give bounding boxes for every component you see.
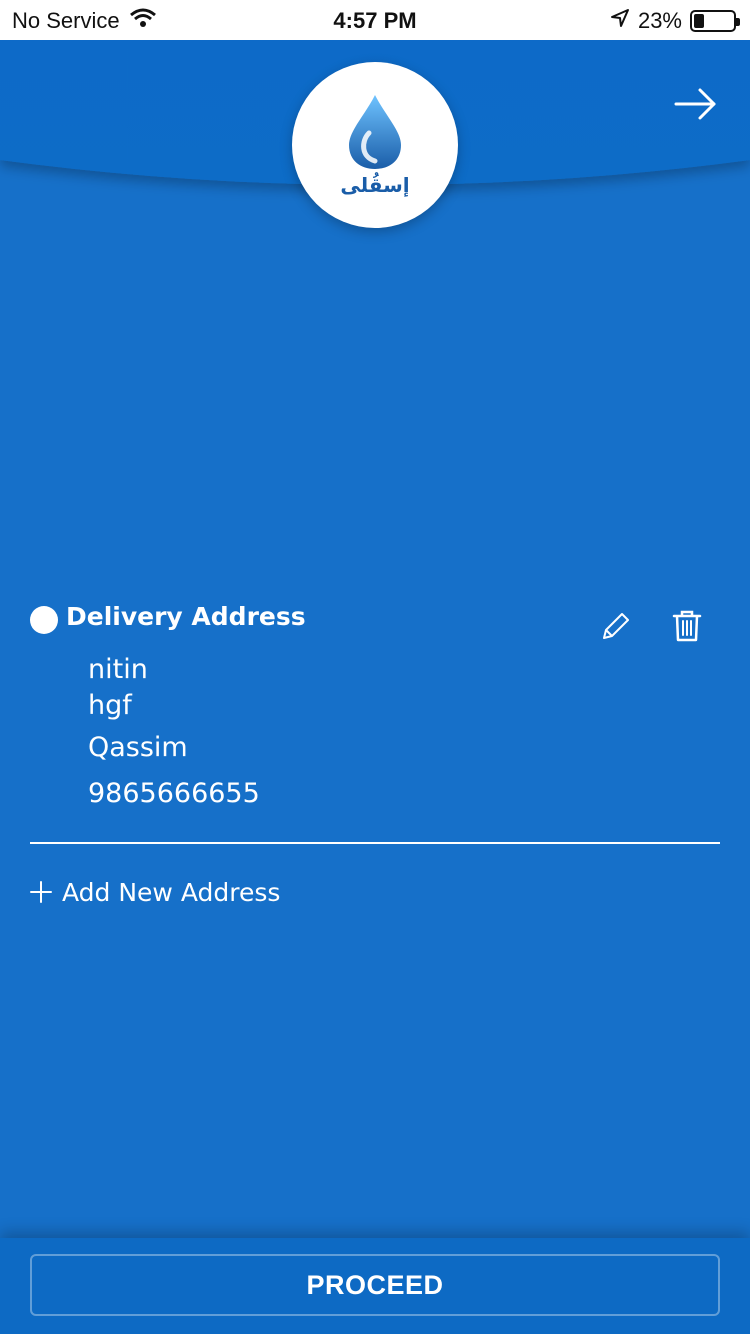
water-drop-icon [349, 95, 401, 169]
plus-icon [30, 876, 52, 908]
pencil-icon[interactable] [598, 610, 632, 644]
battery-percent: 23% [637, 8, 682, 33]
header: إسقُلى [0, 40, 750, 240]
address-phone: 9865666655 [88, 778, 260, 809]
logo-text: إسقُلى [340, 173, 410, 197]
bottom-bar: PROCEED [0, 1238, 750, 1334]
address-line1: hgf [88, 690, 132, 721]
trash-icon[interactable] [670, 608, 704, 644]
status-right: 23% [610, 8, 740, 34]
address-city: Qassim [88, 732, 188, 763]
address-radio[interactable] [30, 606, 58, 634]
add-new-address-label: Add New Address [62, 877, 281, 907]
brand-logo: إسقُلى [292, 62, 458, 228]
address-title: Delivery Address [66, 602, 306, 631]
address-name: nitin [88, 654, 148, 685]
battery-icon [690, 10, 740, 32]
status-bar: No Service 4:57 PM 23% [0, 0, 750, 40]
proceed-button[interactable]: PROCEED [30, 1254, 720, 1316]
arrow-right-icon[interactable] [672, 84, 720, 124]
location-arrow-icon [610, 8, 630, 34]
divider [30, 842, 720, 844]
add-new-address-button[interactable]: Add New Address [30, 876, 280, 908]
